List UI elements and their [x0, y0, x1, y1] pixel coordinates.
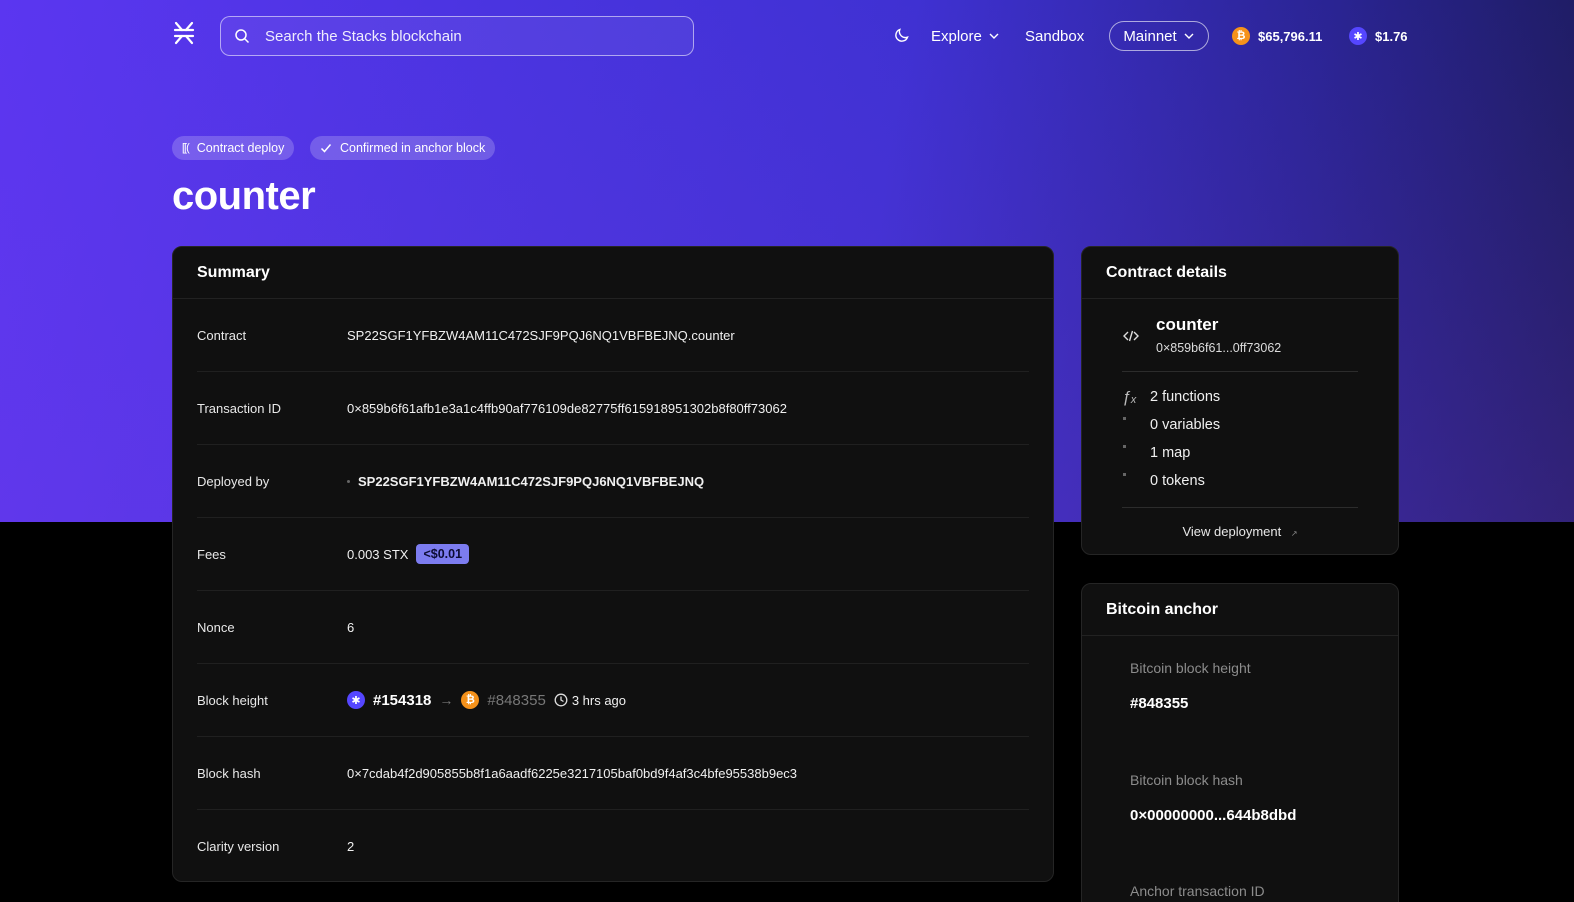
summary-row-fees: Fees 0.003 STX <$0.01: [197, 518, 1029, 591]
stacks-coin-icon: ✱: [1349, 27, 1367, 45]
chevron-down-icon: [989, 33, 999, 39]
stx-price: ✱ $1.76: [1349, 27, 1408, 45]
anchor-tx-label: Anchor transaction ID: [1130, 883, 1265, 899]
row-label: Contract: [197, 327, 247, 343]
contract-details-title: Contract details: [1082, 247, 1398, 299]
row-label: Block hash: [197, 765, 261, 781]
row-label: Fees: [197, 546, 226, 562]
token-icon: [1123, 473, 1126, 476]
contract-tx-short[interactable]: 0×859b6f61...0ff73062: [1156, 341, 1281, 355]
deployer-address-link[interactable]: SP22SGF1YFBZW4AM11C472SJF9PQJ6NQ1VBFBEJN…: [358, 474, 704, 489]
row-label: Block height: [197, 692, 268, 708]
row-label: Clarity version: [197, 839, 280, 854]
btc-block-height-label: Bitcoin block height: [1130, 660, 1251, 676]
stx-price-value: $1.76: [1375, 28, 1408, 44]
summary-row-block-height: Block height ✱ #154318 → ₿ #848355 3 hrs…: [197, 664, 1029, 737]
clock-icon: [554, 693, 568, 707]
tx-id-value[interactable]: 0×859b6f61afb1e3a1c4ffb90af776109de82775…: [347, 401, 787, 416]
map-icon: [1123, 445, 1126, 448]
summary-title: Summary: [173, 247, 1053, 299]
arrow-right-icon: →: [439, 692, 454, 708]
variable-icon: [1123, 417, 1126, 420]
contract-id-link[interactable]: SP22SGF1YFBZW4AM11C472SJF9PQJ6NQ1VBFBEJN…: [347, 328, 735, 343]
check-icon: [320, 144, 332, 153]
summary-row-txid: Transaction ID 0×859b6f61afb1e3a1c4ffb90…: [197, 372, 1029, 445]
search-bar[interactable]: [220, 16, 694, 56]
code-icon: [1123, 330, 1139, 342]
sandbox-link[interactable]: Sandbox: [1025, 26, 1084, 46]
search-icon: [235, 29, 250, 44]
stacks-block-link[interactable]: #154318: [373, 692, 431, 709]
tx-status-label: Confirmed in anchor block: [340, 141, 486, 155]
divider: [1122, 507, 1358, 508]
function-icon: ƒₓ: [1122, 389, 1137, 406]
maps-count: 1 map: [1150, 445, 1191, 461]
view-deployment-label: View deployment: [1182, 524, 1282, 539]
bitcoin-block-link[interactable]: #848355: [487, 692, 545, 709]
stacks-logo-icon[interactable]: [172, 21, 196, 45]
explore-menu[interactable]: Explore: [931, 26, 1000, 46]
btc-price-value: $65,796.11: [1258, 28, 1323, 44]
btc-block-hash-label: Bitcoin block hash: [1130, 772, 1243, 788]
summary-row-deployer: Deployed by SP22SGF1YFBZW4AM11C472SJF9PQ…: [197, 445, 1029, 518]
sandbox-label: Sandbox: [1025, 27, 1085, 45]
avatar: [347, 479, 350, 483]
bitcoin-icon: ₿: [461, 691, 480, 709]
bitcoin-anchor-card: Bitcoin anchor Bitcoin block height #848…: [1081, 583, 1399, 902]
summary-row-clarity: Clarity version 2: [197, 810, 1029, 883]
external-link-icon: ↗: [1290, 529, 1298, 538]
view-deployment-link[interactable]: View deployment ↗: [1082, 524, 1398, 539]
time-ago: 3 hrs ago: [571, 692, 627, 708]
page-title: counter: [172, 174, 316, 218]
summary-row-contract: Contract SP22SGF1YFBZW4AM11C472SJF9PQJ6N…: [197, 299, 1029, 372]
contract-details-card: Contract details counter 0×859b6f61...0f…: [1081, 246, 1399, 555]
network-selector[interactable]: Mainnet: [1109, 21, 1209, 51]
bitcoin-anchor-title: Bitcoin anchor: [1082, 584, 1398, 636]
tx-status-badge: Confirmed in anchor block: [310, 136, 496, 160]
contract-name: counter: [1156, 315, 1219, 334]
tx-type-label: Contract deploy: [196, 141, 285, 155]
summary-row-block-hash: Block hash 0×7cdab4f2d905855b8f1a6aadf62…: [197, 737, 1029, 810]
contract-icon: [[(: [182, 142, 190, 154]
clarity-version-value: 2: [347, 839, 355, 854]
bitcoin-icon: ₿: [1232, 27, 1250, 45]
moon-icon[interactable]: [894, 27, 910, 43]
chevron-down-icon: [1184, 33, 1194, 39]
block-hash-link[interactable]: 0×7cdab4f2d905855b8f1a6aadf6225e3217105b…: [347, 766, 797, 781]
fee-usd-badge: <$0.01: [416, 544, 470, 564]
row-label: Transaction ID: [197, 400, 282, 416]
fee-value: 0.003 STX: [347, 546, 409, 562]
summary-card: Summary Contract SP22SGF1YFBZW4AM11C472S…: [172, 246, 1054, 882]
btc-block-hash-link[interactable]: 0×00000000...644b8dbd: [1130, 807, 1296, 824]
stacks-coin-icon: ✱: [347, 691, 365, 709]
functions-count: 2 functions: [1150, 389, 1221, 405]
tx-type-badge: [[( Contract deploy: [172, 136, 295, 160]
btc-price: ₿ $65,796.11: [1232, 27, 1322, 45]
row-label: Nonce: [197, 619, 235, 635]
tokens-count: 0 tokens: [1150, 473, 1205, 489]
variables-count: 0 variables: [1150, 417, 1221, 433]
explore-label: Explore: [931, 27, 982, 45]
nonce-value: 6: [347, 619, 355, 635]
network-label: Mainnet: [1123, 27, 1177, 45]
summary-row-nonce: Nonce 6: [197, 591, 1029, 664]
search-input[interactable]: [265, 27, 665, 45]
btc-block-height-link[interactable]: #848355: [1130, 695, 1188, 712]
row-label: Deployed by: [197, 473, 270, 489]
divider: [1122, 371, 1358, 372]
